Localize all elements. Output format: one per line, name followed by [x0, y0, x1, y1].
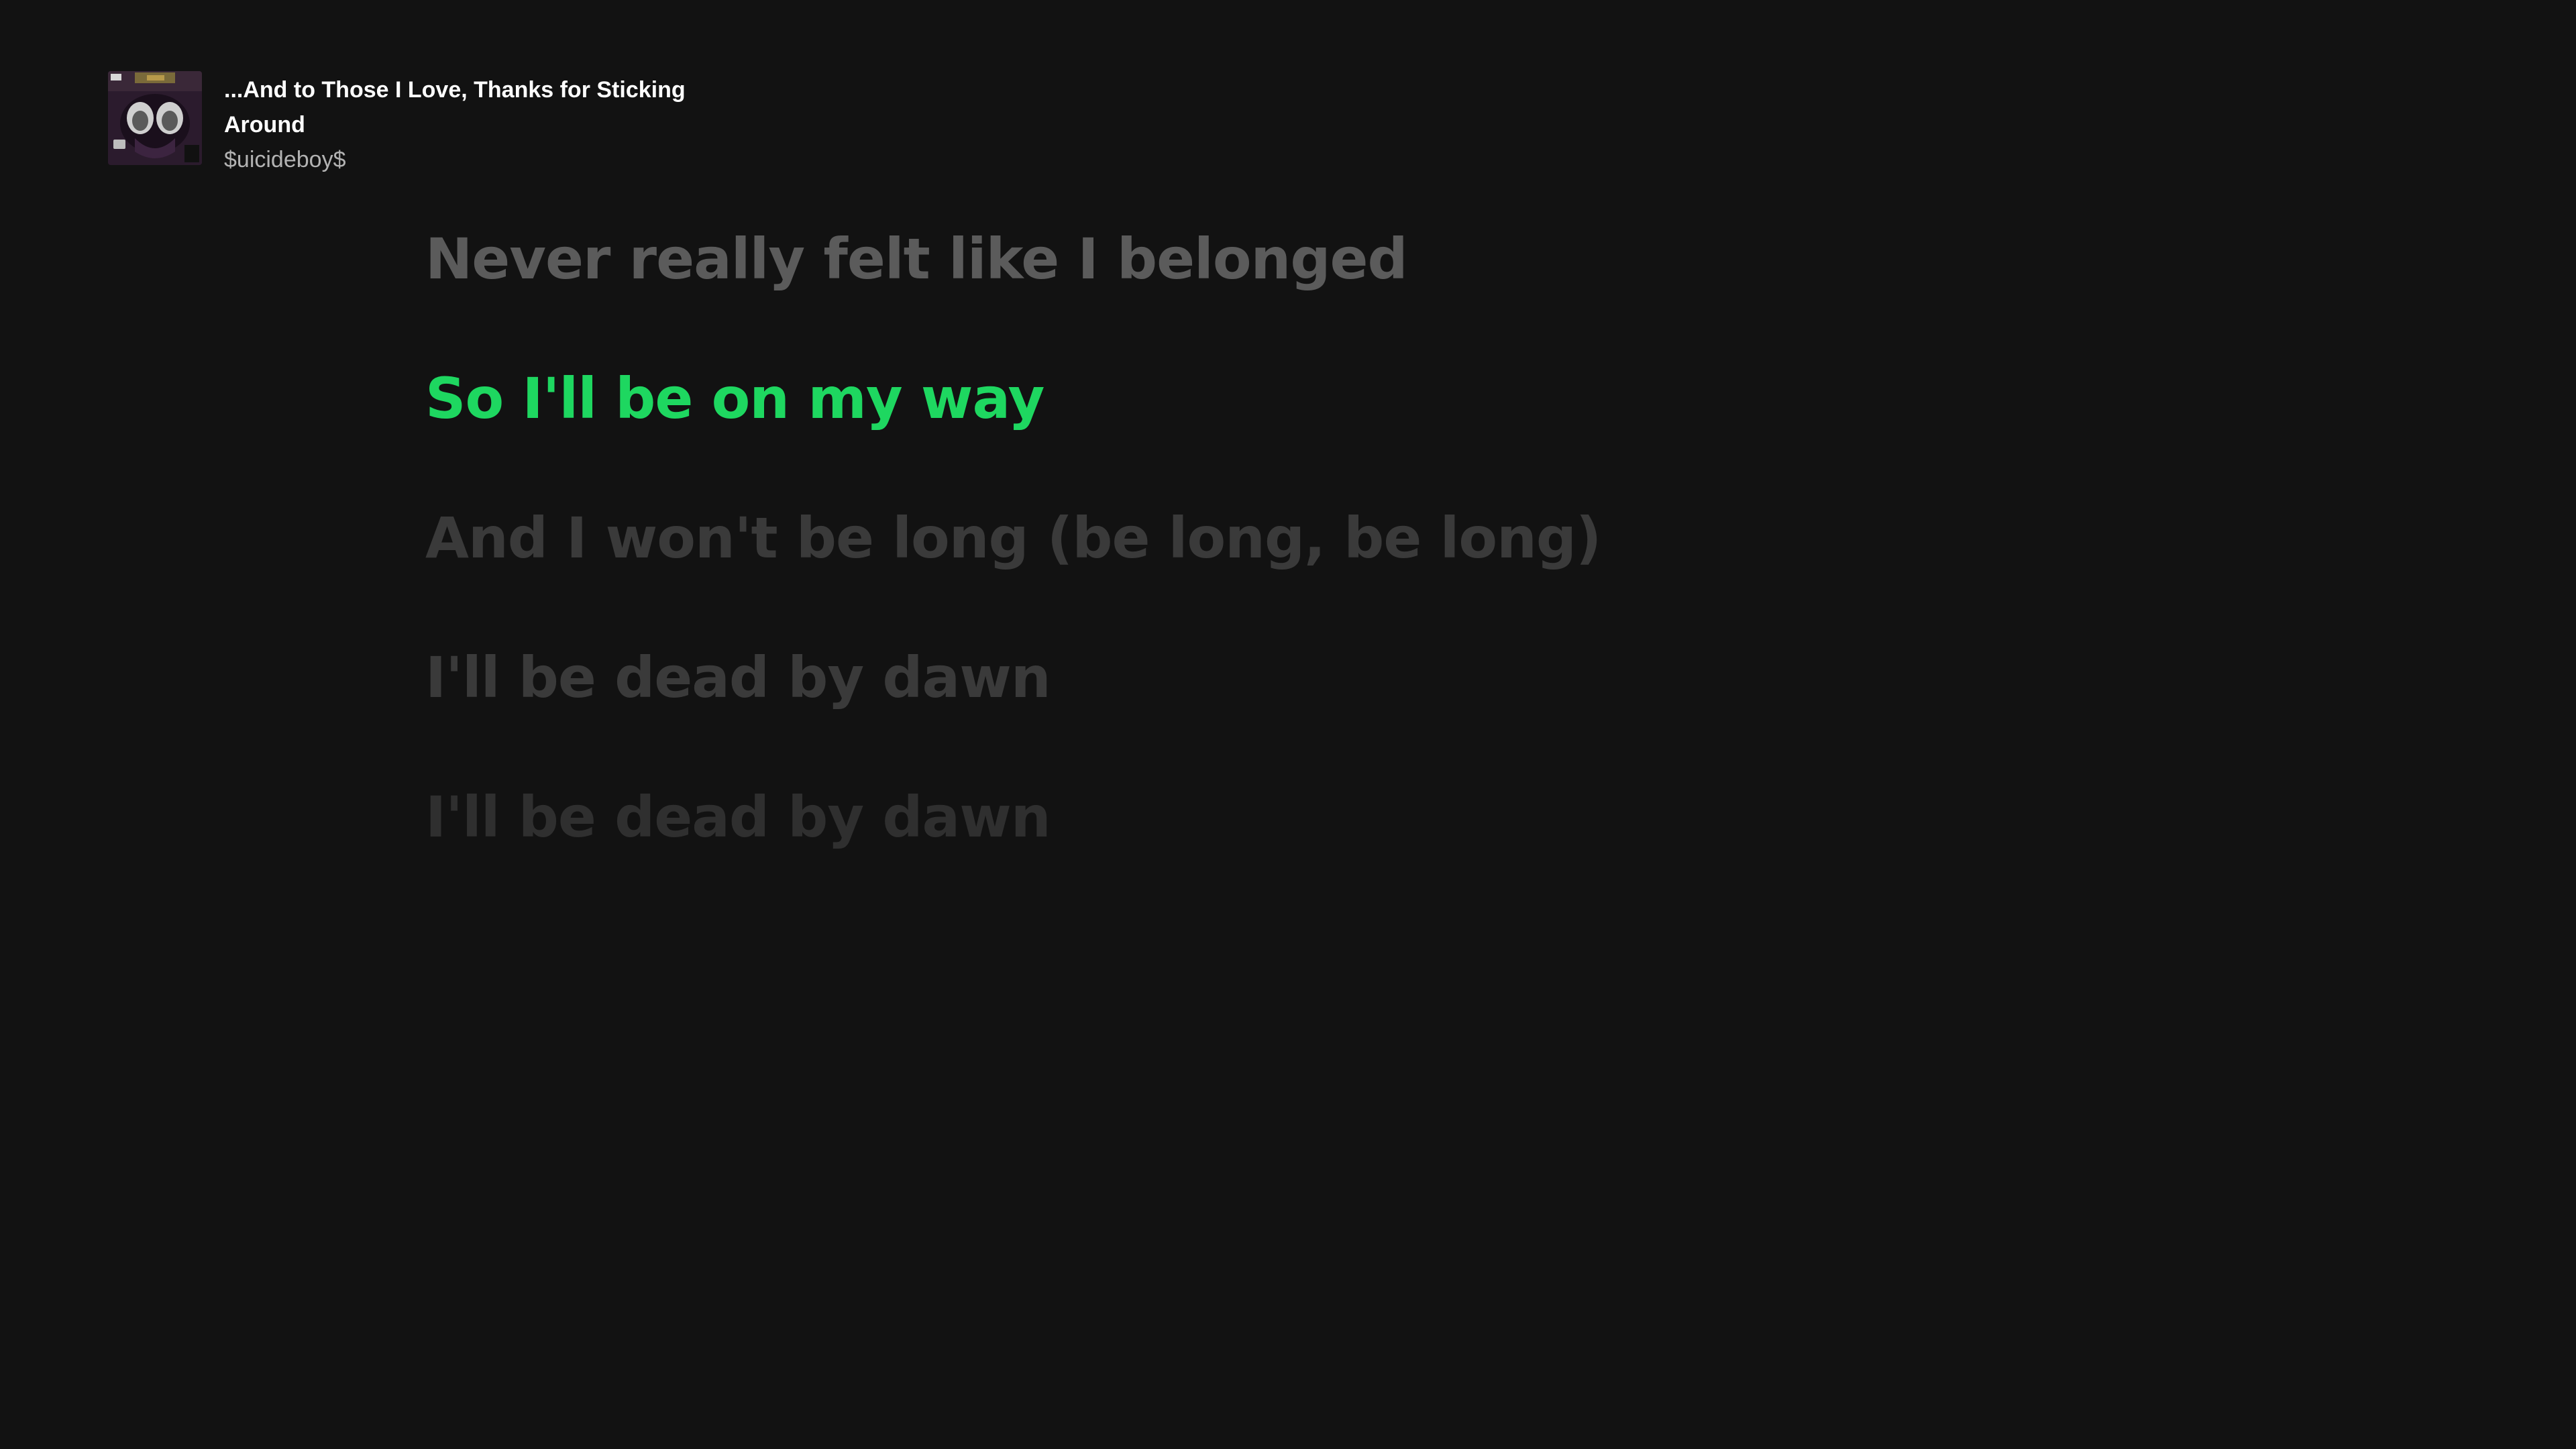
album-art-image — [108, 71, 202, 165]
album-art[interactable] — [108, 71, 202, 165]
lyric-line-upcoming[interactable]: And I won't be long (be long, be long) — [425, 502, 1601, 574]
track-artist[interactable]: $uicideboy$ — [224, 142, 707, 177]
track-info: ...And to Those I Love, Thanks for Stick… — [224, 72, 707, 177]
lyric-line-active[interactable]: So I'll be on my way — [425, 362, 1601, 435]
lyrics-list: Never really felt like I belonged So I'l… — [425, 223, 1601, 920]
lyric-line-upcoming[interactable]: I'll be dead by dawn — [425, 781, 1601, 853]
lyrics-view: ...And to Those I Love, Thanks for Stick… — [0, 0, 2576, 1449]
lyric-line-upcoming[interactable]: I'll be dead by dawn — [425, 641, 1601, 714]
lyric-line-past[interactable]: Never really felt like I belonged — [425, 223, 1601, 295]
now-playing-header: ...And to Those I Love, Thanks for Stick… — [108, 71, 707, 177]
track-title[interactable]: ...And to Those I Love, Thanks for Stick… — [224, 72, 707, 142]
